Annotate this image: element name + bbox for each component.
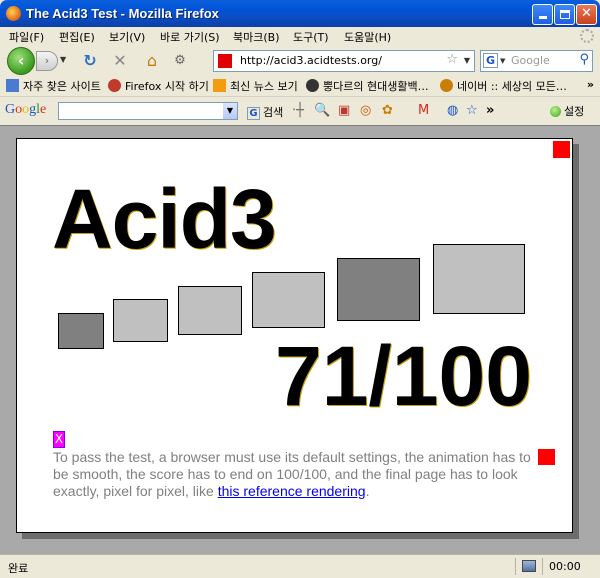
menu-bar: 파일(F) 편집(E) 보기(V) 바로 가기(S) 북마크(B) 도구(T) … [0,27,600,46]
minimize-icon [538,16,547,19]
url-dropdown-icon[interactable]: ▼ [464,56,470,65]
search-engine-icon[interactable]: G [483,53,498,68]
bookmark-item[interactable]: Firefox 시작 하기 [108,78,209,94]
menu-file[interactable]: 파일(F) [9,29,44,45]
throbber-icon [580,29,594,43]
google-logo: Google [5,102,46,118]
url-bar[interactable]: http://acid3.acidtests.org/ ☆ ▼ [213,50,475,72]
minimize-button[interactable] [532,4,553,25]
maximize-button[interactable] [554,4,575,25]
google-g-icon: G [247,107,260,120]
acid3-score: 71/100 [275,329,532,423]
site-favicon-icon [218,54,232,68]
window-title: The Acid3 Test - Mozilla Firefox [26,6,219,21]
translate-icon[interactable]: ✿ [382,103,393,118]
google-search-button[interactable]: G 검색 [247,104,283,120]
bookmarks-toolbar: 자주 찾은 사이트 Firefox 시작 하기 최신 뉴스 보기 뿡다르의 현대… [0,76,600,96]
bucket-6 [433,244,525,314]
bookmark-item[interactable]: 네이버 :: 세상의 모든… [440,78,567,94]
menu-tools[interactable]: 도구(T) [293,29,329,45]
close-button[interactable]: ✕ [576,4,597,25]
menu-edit[interactable]: 편집(E) [59,29,95,45]
acid3-description: To pass the test, a browser must use its… [53,449,531,499]
menu-view[interactable]: 보기(V) [109,29,145,45]
rss-icon [213,79,226,92]
magnifier-icon[interactable]: 🔍 [314,103,330,118]
bookmark-item[interactable]: 최신 뉴스 보기 [213,78,298,94]
google-logo-letters: Google [5,102,46,117]
menu-go[interactable]: 바로 가기(S) [160,29,220,45]
search-box[interactable]: G ▼ Google ⚲ [480,50,593,72]
menu-bookmarks[interactable]: 북마크(B) [233,29,280,45]
bucket-3 [178,286,242,335]
menu-help[interactable]: 도움말(H) [344,29,391,45]
reference-rendering-link[interactable]: this reference rendering [218,483,366,499]
bookmark-star-icon[interactable]: ☆ [446,52,458,67]
bucket-1 [58,313,104,349]
acid3-page: Acid3 71/100 X To pass the test, a brows… [16,138,573,533]
naver-icon [440,79,453,92]
google-history-dropdown-icon[interactable]: ▼ [223,103,237,119]
firefox-icon [108,79,121,92]
close-icon: ✕ [581,6,592,21]
acid3-title: Acid3 [52,172,277,266]
magnifier-icon[interactable]: ⚲ [579,52,589,67]
search-engine-dropdown-icon[interactable]: ▼ [500,57,505,65]
bucket-5 [337,258,420,321]
network-status-icon[interactable] [522,560,536,572]
maximize-icon [559,10,570,19]
bookmarks-overflow-icon[interactable]: » [587,78,594,91]
status-divider [542,558,543,575]
toolbar-divider-icon: ⋅┼ [292,103,304,118]
bucket-2 [113,299,168,342]
pink-x-marker: X [53,431,65,448]
search-input[interactable]: Google [511,54,550,67]
content-area: Acid3 71/100 X To pass the test, a brows… [0,125,600,554]
home-icon[interactable]: ⌂ [142,51,162,71]
back-button[interactable]: ‹ [7,47,35,75]
stop-icon[interactable]: ✕ [110,51,130,71]
google-logo-letter: G [5,102,16,117]
reload-icon[interactable]: ↻ [80,51,100,71]
navigation-toolbar: ‹ › ▼ ↻ ✕ ⌂ ⚙ http://acid3.acidtests.org… [0,46,600,76]
status-text: 완료 [8,562,29,575]
status-divider [515,558,516,575]
google-logo-letter: e [40,102,47,117]
bucket-4 [252,272,325,328]
popup-blocker-icon[interactable]: ▣ [338,103,350,118]
red-side-box [538,449,555,465]
spell-check-icon[interactable]: ◎ [360,103,371,118]
google-settings-button[interactable]: 설정 [550,103,584,119]
folder-icon [6,79,19,92]
bookmark-item[interactable]: 자주 찾은 사이트 [6,78,101,94]
history-dropdown-icon[interactable]: ▼ [60,55,66,64]
bookmark-item[interactable]: 뿡다르의 현대생활백… [306,78,429,94]
red-corner-box [553,141,570,158]
google-toolbar: Google ▼ G 검색 ⋅┼ 🔍 ▣ ◎ ✿ M ◍ ☆ » 설정 [0,96,600,124]
forward-button[interactable]: › [36,51,58,71]
status-clock: 00:00 [549,560,581,573]
status-bar: 완료 00:00 [0,554,600,578]
addon-icon[interactable]: ⚙ [170,51,190,71]
bookmark-star-icon[interactable]: ☆ [466,103,478,118]
gmail-icon[interactable]: M [418,103,429,118]
title-bar: The Acid3 Test - Mozilla Firefox ✕ [0,0,600,27]
google-search-input[interactable]: ▼ [58,102,238,120]
status-dot-icon [550,106,561,117]
google-overflow-icon[interactable]: » [486,103,494,118]
globe-icon[interactable]: ◍ [447,103,458,118]
url-text[interactable]: http://acid3.acidtests.org/ [240,54,382,67]
firefox-icon [6,6,21,21]
chat-bubble-icon [306,79,319,92]
